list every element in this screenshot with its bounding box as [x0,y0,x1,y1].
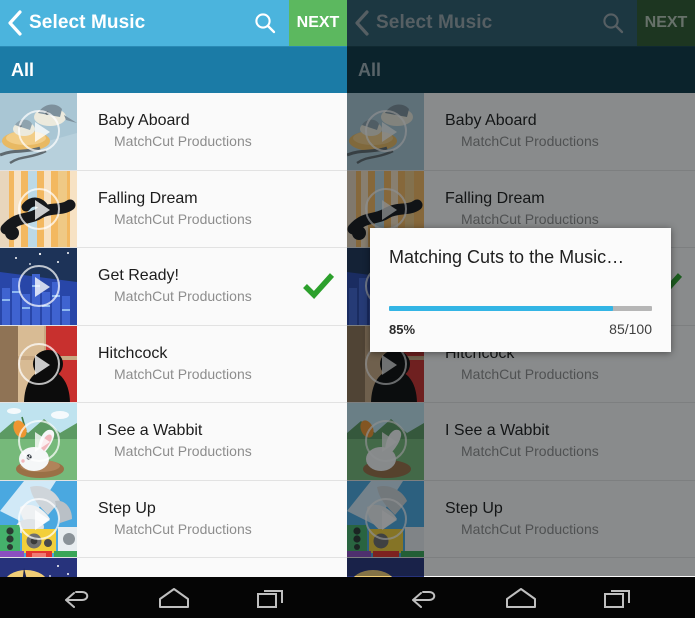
progress-fraction-label: 85/100 [609,321,652,337]
list-item[interactable] [0,558,347,577]
play-circle-icon [17,420,60,463]
silhouette-thumbnail [0,325,77,402]
android-home-icon[interactable] [146,577,202,618]
play-circle-icon [17,265,60,308]
falling-person-thumbnail [0,170,77,247]
list-item-artist: MatchCut Productions [114,288,252,305]
list-item-artist: MatchCut Productions [114,520,252,537]
play-circle-icon [17,497,60,540]
play-circle-icon [17,187,60,230]
list-item-artist: MatchCut Productions [114,443,252,460]
next-button[interactable]: NEXT [289,0,347,46]
music-list[interactable]: Baby Aboard MatchCut Productions Falling… [0,93,347,577]
play-circle-icon [17,342,60,385]
list-item-title: Get Ready! [98,267,179,285]
progress-dialog: Matching Cuts to the Music… 85% 85/100 [370,228,671,352]
back-chevron-icon[interactable] [2,0,28,46]
equalizer-night-thumbnail [0,248,77,325]
list-item-title: Hitchcock [98,344,168,362]
list-item-title: Falling Dream [98,189,198,207]
selection-check-slot [291,481,347,558]
rabbit-carrot-thumbnail [0,403,77,480]
list-item[interactable]: I See a Wabbit MatchCut Productions [0,403,347,481]
tab-all[interactable]: All [11,60,34,81]
android-nav-bar [347,577,695,618]
list-item-text: I See a Wabbit MatchCut Productions [77,403,291,480]
night-sky-thumbnail [0,558,77,577]
panel-right-progress-dialog-state: Select Music NEXT All Baby Aboard MatchC… [347,0,695,618]
selection-check-slot [291,171,347,248]
dialog-title: Matching Cuts to the Music… [389,247,625,267]
green-check-icon [303,273,335,300]
list-item-title: I See a Wabbit [98,422,203,440]
list-item-title: Baby Aboard [98,112,190,130]
list-item[interactable]: Step Up MatchCut Productions [0,480,347,558]
progress-bar-fill [389,306,613,311]
list-item-artist: MatchCut Productions [114,210,252,227]
progress-percent-label: 85% [389,322,416,337]
panel-left-normal-state: Select Music NEXT All Baby Aboard MatchC… [0,0,347,618]
list-item[interactable]: Falling Dream MatchCut Productions [0,170,347,248]
list-item-text: Falling Dream MatchCut Productions [77,171,291,248]
play-circle-icon [17,110,60,153]
screenshot-root: Select Music NEXT All Baby Aboard MatchC… [0,0,695,618]
list-item-text: Hitchcock MatchCut Productions [77,326,291,403]
selection-check-slot [291,403,347,480]
dialog-footer: 85% 85/100 [389,321,652,337]
search-icon[interactable] [241,0,289,46]
android-home-icon[interactable] [493,577,549,618]
list-item-text: Get Ready! MatchCut Productions [77,248,291,325]
action-bar: Select Music NEXT [0,0,347,46]
list-item[interactable]: Get Ready! MatchCut Productions [0,248,347,326]
sneakers-speakers-thumbnail [0,480,77,557]
list-item-title: Step Up [98,499,156,517]
progress-bar [389,306,652,311]
android-recents-icon[interactable] [590,577,646,618]
list-item-artist: MatchCut Productions [114,365,252,382]
list-item-text: Baby Aboard MatchCut Productions [77,93,291,170]
list-item-text: Step Up MatchCut Productions [77,481,291,558]
android-back-icon[interactable] [396,577,452,618]
page-title: Select Music [29,12,146,33]
list-item-artist: MatchCut Productions [114,133,252,150]
android-recents-icon[interactable] [243,577,299,618]
list-item[interactable]: Baby Aboard MatchCut Productions [0,93,347,171]
selection-check-slot [291,326,347,403]
list-item[interactable]: Hitchcock MatchCut Productions [0,325,347,403]
selection-check-slot [291,248,347,325]
selection-check-slot [291,93,347,170]
android-nav-bar [0,577,347,618]
birds-nest-thumbnail [0,93,77,170]
tab-bar: All [0,46,347,93]
android-back-icon[interactable] [49,577,105,618]
